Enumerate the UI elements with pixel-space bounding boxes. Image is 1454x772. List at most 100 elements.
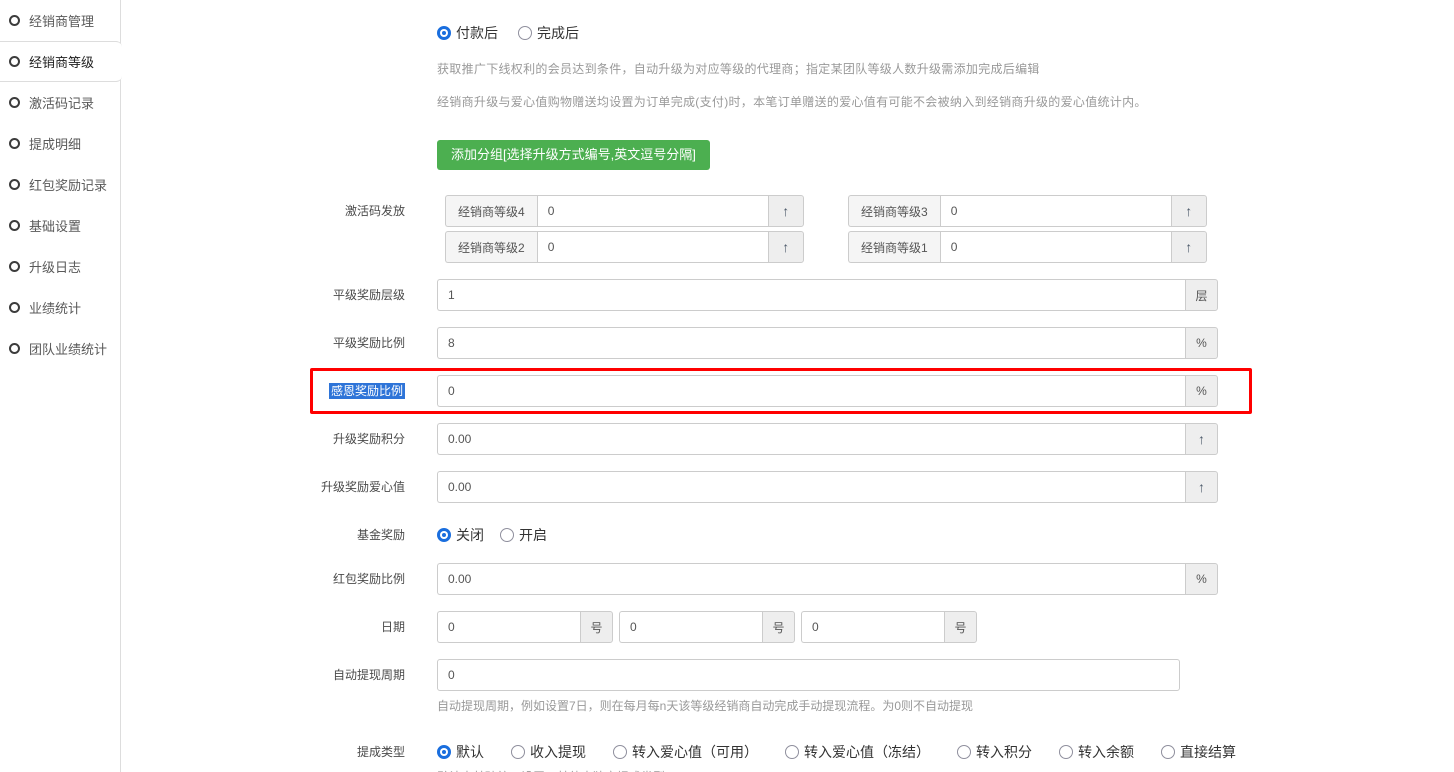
radio-commission-love-available[interactable]: 转入爱心值（可用）	[613, 742, 758, 762]
field-label: 自动提现周期	[121, 659, 437, 691]
row-activation-code-issue: 激活码发放 经销商等级4 ↑ 经销商等级3 ↑ 经销商等级2	[121, 195, 1454, 263]
upgrade-love-input[interactable]	[437, 471, 1185, 503]
peer-level-input[interactable]	[437, 279, 1185, 311]
activation-groups: 经销商等级4 ↑ 经销商等级3 ↑ 经销商等级2 ↑	[445, 195, 1215, 263]
peer-ratio-group: %	[437, 327, 1218, 359]
gratitude-ratio-group: %	[437, 375, 1218, 407]
field-label: 提成类型	[121, 742, 437, 762]
date-input-1[interactable]	[437, 611, 580, 643]
radio-unchecked-icon	[785, 745, 799, 759]
radio-unchecked-icon	[518, 26, 532, 40]
day-suffix: 号	[580, 611, 613, 643]
radio-label: 完成后	[537, 23, 579, 43]
sidebar-item-label: 团队业绩统计	[29, 339, 107, 358]
sidebar-item-basic-settings[interactable]: 基础设置	[0, 205, 120, 246]
page: 经销商管理 经销商等级 激活码记录 提成明细 红包奖励记录 基础设置 升级日志	[0, 0, 1454, 772]
day-suffix: 号	[944, 611, 977, 643]
up-arrow-icon[interactable]: ↑	[768, 231, 804, 263]
activation-group-level3: 经销商等级3 ↑	[848, 195, 1215, 227]
radio-checked-icon	[437, 745, 451, 759]
activation-group-level1: 经销商等级1 ↑	[848, 231, 1215, 263]
field-label: 升级奖励积分	[121, 423, 437, 455]
main-content: 付款后 完成后 获取推广下线权利的会员达到条件，自动升级为对应等级的代理商；指定…	[121, 0, 1454, 772]
radio-commission-income-withdraw[interactable]: 收入提现	[511, 742, 586, 762]
radio-checked-icon	[437, 26, 451, 40]
commission-type-radio-group: 默认 收入提现 转入爱心值（可用） 转入爱心值（冻结）	[437, 742, 1236, 762]
sidebar-item-dealer-level[interactable]: 经销商等级	[0, 41, 122, 82]
radio-fund-on[interactable]: 开启	[500, 525, 547, 545]
redpacket-ratio-input[interactable]	[437, 563, 1185, 595]
sidebar-item-label: 红包奖励记录	[29, 175, 107, 194]
sidebar-item-activation-code-records[interactable]: 激活码记录	[0, 82, 120, 123]
circle-icon	[9, 56, 20, 67]
circle-icon	[9, 343, 20, 354]
date-input-3[interactable]	[801, 611, 944, 643]
activation-group-level4: 经销商等级4 ↑	[445, 195, 812, 227]
upgrade-points-input[interactable]	[437, 423, 1185, 455]
date-input-2[interactable]	[619, 611, 762, 643]
radio-unchecked-icon	[1161, 745, 1175, 759]
upgrade-points-group: ↑	[437, 423, 1218, 455]
sidebar: 经销商管理 经销商等级 激活码记录 提成明细 红包奖励记录 基础设置 升级日志	[0, 0, 121, 772]
row-peer-reward-ratio: 平级奖励比例 %	[121, 327, 1454, 359]
sidebar-item-performance-stats[interactable]: 业绩统计	[0, 287, 120, 328]
radio-fund-off[interactable]: 关闭	[437, 525, 484, 545]
field-label: 升级奖励爱心值	[121, 471, 437, 503]
sidebar-item-label: 经销商等级	[29, 52, 94, 71]
circle-icon	[9, 261, 20, 272]
up-arrow-icon[interactable]: ↑	[1171, 195, 1207, 227]
radio-label: 付款后	[456, 23, 498, 43]
upgrade-timing-radio-group: 付款后 完成后	[437, 22, 1454, 44]
radio-unchecked-icon	[957, 745, 971, 759]
input-prepend-label: 经销商等级4	[445, 195, 537, 227]
date-group-1: 号	[437, 611, 613, 643]
date-inputs: 号 号 号	[437, 611, 977, 643]
sidebar-item-label: 经销商管理	[29, 11, 94, 30]
radio-label: 转入爱心值（可用）	[632, 742, 758, 762]
row-commission-type: 提成类型 默认 收入提现 转入爱心值（可用）	[121, 742, 1454, 772]
sidebar-item-label: 激活码记录	[29, 93, 94, 112]
sidebar-item-redpacket-records[interactable]: 红包奖励记录	[0, 164, 120, 205]
gratitude-ratio-input[interactable]	[437, 375, 1185, 407]
upgrade-love-group: ↑	[437, 471, 1218, 503]
sidebar-item-label: 升级日志	[29, 257, 81, 276]
activation-level4-input[interactable]	[537, 195, 768, 227]
up-arrow-icon[interactable]: ↑	[1185, 423, 1218, 455]
row-fund-reward: 基金奖励 关闭 开启	[121, 519, 1454, 551]
percent-suffix: %	[1185, 563, 1218, 595]
radio-commission-points[interactable]: 转入积分	[957, 742, 1032, 762]
upgrade-note-1: 获取推广下线权利的会员达到条件，自动升级为对应等级的代理商；指定某团队等级人数升…	[437, 60, 1454, 77]
auto-withdraw-input[interactable]	[437, 659, 1180, 691]
radio-commission-love-frozen[interactable]: 转入爱心值（冻结）	[785, 742, 930, 762]
circle-icon	[9, 179, 20, 190]
radio-label: 转入积分	[976, 742, 1032, 762]
radio-after-completion[interactable]: 完成后	[518, 23, 579, 43]
radio-label: 转入爱心值（冻结）	[804, 742, 930, 762]
up-arrow-icon[interactable]: ↑	[1185, 471, 1218, 503]
radio-commission-direct-settle[interactable]: 直接结算	[1161, 742, 1236, 762]
activation-level2-input[interactable]	[537, 231, 768, 263]
radio-commission-default[interactable]: 默认	[437, 742, 484, 762]
radio-label: 转入余额	[1078, 742, 1134, 762]
sidebar-item-team-performance-stats[interactable]: 团队业绩统计	[0, 328, 120, 369]
add-group-button[interactable]: 添加分组[选择升级方式编号,英文逗号分隔]	[437, 140, 710, 170]
date-group-2: 号	[619, 611, 795, 643]
radio-after-payment[interactable]: 付款后	[437, 23, 498, 43]
up-arrow-icon[interactable]: ↑	[1171, 231, 1207, 263]
sidebar-item-upgrade-log[interactable]: 升级日志	[0, 246, 120, 287]
peer-ratio-input[interactable]	[437, 327, 1185, 359]
selected-label-text: 感恩奖励比例	[329, 383, 405, 399]
radio-label: 收入提现	[530, 742, 586, 762]
radio-unchecked-icon	[1059, 745, 1073, 759]
sidebar-item-commission-detail[interactable]: 提成明细	[0, 123, 120, 164]
sidebar-item-dealer-management[interactable]: 经销商管理	[0, 0, 120, 41]
up-arrow-icon[interactable]: ↑	[768, 195, 804, 227]
circle-icon	[9, 302, 20, 313]
circle-icon	[9, 97, 20, 108]
activation-level1-input[interactable]	[940, 231, 1171, 263]
circle-icon	[9, 15, 20, 26]
activation-level3-input[interactable]	[940, 195, 1171, 227]
radio-label: 关闭	[456, 525, 484, 545]
radio-commission-balance[interactable]: 转入余额	[1059, 742, 1134, 762]
radio-unchecked-icon	[511, 745, 525, 759]
